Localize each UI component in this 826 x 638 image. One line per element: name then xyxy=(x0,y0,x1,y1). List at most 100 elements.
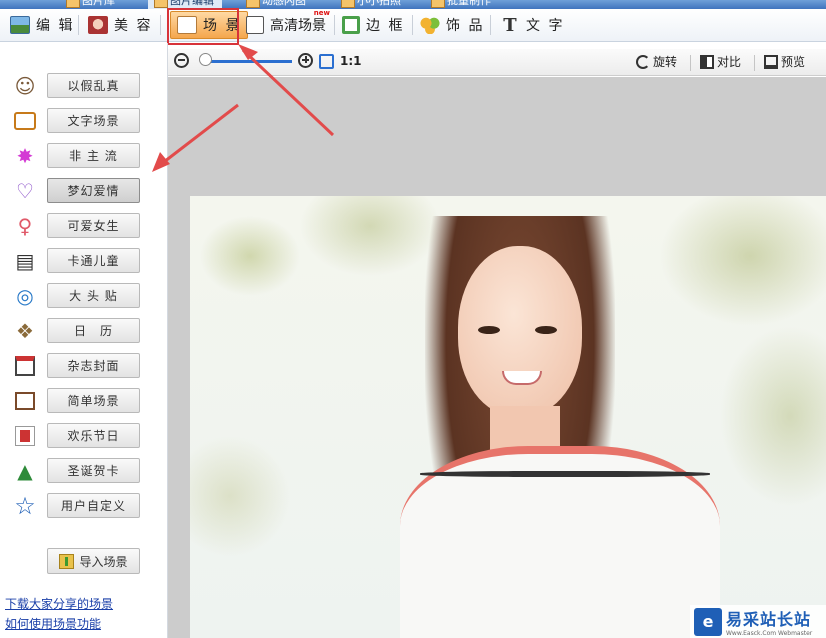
frame-icon xyxy=(342,16,360,34)
category-button[interactable]: 欢乐节日 xyxy=(47,423,140,448)
toolbar-divider xyxy=(334,15,335,35)
watermark-subtitle: Www.Easck.Com Webmaster xyxy=(726,630,813,637)
zoom-slider-thumb[interactable] xyxy=(198,53,212,66)
tool-accessory[interactable]: 饰 品 xyxy=(420,11,484,39)
main-toolbar: 编 辑 美 容 场 景 高清场景 new 边 框 饰 品 T 文 字 xyxy=(0,9,826,42)
tool-accessory-label: 饰 品 xyxy=(446,18,485,34)
category-row: ☺ 以假乱真 xyxy=(0,71,168,101)
spring-icon xyxy=(12,423,38,449)
category-button[interactable]: 用户自定义 xyxy=(47,493,140,518)
tool-beauty-label: 美 容 xyxy=(114,18,153,34)
easel-icon xyxy=(12,388,38,414)
toolbar-divider xyxy=(490,15,491,35)
rotate-icon xyxy=(636,54,650,69)
preview-label: 预览 xyxy=(781,55,806,69)
site-watermark: e 易采站长站 Www.Easck.Com Webmaster xyxy=(690,605,826,638)
female-icon: ♀ xyxy=(17,214,33,238)
toolbar-divider xyxy=(754,55,755,71)
rotate-label: 旋转 xyxy=(653,55,678,69)
category-button[interactable]: 非 主 流 xyxy=(47,143,140,168)
category-row: ♀ 可爱女生 xyxy=(0,211,168,241)
tab-image-library[interactable]: 图片库 xyxy=(60,0,123,9)
category-row: ♡ 梦幻爱情 xyxy=(0,176,168,206)
tab-photo[interactable]: 小小拍照 xyxy=(335,0,409,9)
fit-to-window-icon[interactable] xyxy=(319,54,334,69)
preview-button[interactable]: 预览 xyxy=(764,53,805,70)
text-icon: T xyxy=(503,14,517,36)
category-row: 简单场景 xyxy=(0,386,168,416)
toolbar-divider xyxy=(78,15,79,35)
tab-image-edit[interactable]: 图片编辑 xyxy=(148,0,222,9)
category-button[interactable]: 简单场景 xyxy=(47,388,140,413)
import-scene-label: 导入场景 xyxy=(79,554,128,569)
category-button[interactable]: 大 头 贴 xyxy=(47,283,140,308)
category-row: 文字场景 xyxy=(0,106,168,136)
canvas-toolbar: 1:1 旋转 对比 预览 xyxy=(168,49,826,76)
edited-photo[interactable] xyxy=(190,196,826,638)
category-row: ◎ 大 头 贴 xyxy=(0,281,168,311)
tool-hd-scene[interactable]: 高清场景 new xyxy=(246,9,330,39)
tool-beauty[interactable]: 美 容 xyxy=(88,11,152,39)
book-icon: ▤ xyxy=(15,249,35,273)
toolbar-divider xyxy=(160,15,161,35)
tab-animated[interactable]: 动感闪图 xyxy=(240,0,314,9)
category-row: 欢乐节日 xyxy=(0,421,168,451)
zoom-slider-track[interactable] xyxy=(200,60,292,63)
zoom-out-icon[interactable] xyxy=(174,53,189,68)
category-button[interactable]: 以假乱真 xyxy=(47,73,140,98)
tool-text[interactable]: T 文 字 xyxy=(500,11,564,39)
tool-scene-label: 场 景 xyxy=(203,18,242,34)
compare-icon xyxy=(700,54,714,69)
compare-button[interactable]: 对比 xyxy=(700,53,741,70)
star-icon: ☆ xyxy=(14,492,36,520)
scene-icon xyxy=(177,16,197,34)
hd-scene-icon xyxy=(246,16,264,34)
category-row: ❖ 日 历 xyxy=(0,316,168,346)
scene-category-panel: ☺ 以假乱真 文字场景 ✸ 非 主 流 ♡ 梦幻爱情 ♀ 可爱女生 ▤ 卡通儿童… xyxy=(0,43,168,638)
tool-edit-label: 编 辑 xyxy=(36,18,75,34)
category-button[interactable]: 可爱女生 xyxy=(47,213,140,238)
category-button[interactable]: 日 历 xyxy=(47,318,140,343)
tool-frame[interactable]: 边 框 xyxy=(342,11,404,39)
mask-icon: ☺ xyxy=(14,74,36,98)
avatar-icon: ◎ xyxy=(16,284,34,308)
tool-frame-label: 边 框 xyxy=(366,18,405,34)
import-icon xyxy=(59,553,75,569)
download-shared-scenes-link[interactable]: 下载大家分享的场景 xyxy=(5,595,113,612)
watermark-logo-icon: e xyxy=(694,607,722,636)
watermark-title: 易采站长站 xyxy=(726,610,812,629)
calendar-dog-icon: ❖ xyxy=(16,319,34,343)
tool-scene[interactable]: 场 景 xyxy=(170,11,249,39)
toolbar-divider xyxy=(412,15,413,35)
category-button[interactable]: 杂志封面 xyxy=(47,353,140,378)
category-button[interactable]: 文字场景 xyxy=(47,108,140,133)
tool-hd-scene-label: 高清场景 xyxy=(270,18,326,34)
compare-label: 对比 xyxy=(717,55,742,69)
calendar-18-icon xyxy=(12,353,38,379)
accessory-icon xyxy=(420,16,440,34)
text-scene-icon xyxy=(12,108,38,134)
tool-text-label: 文 字 xyxy=(526,18,565,34)
tool-edit[interactable]: 编 辑 xyxy=(10,11,74,39)
actual-size-button[interactable]: 1:1 xyxy=(340,54,362,68)
category-row: 杂志封面 xyxy=(0,351,168,381)
category-button[interactable]: 卡通儿童 xyxy=(47,248,140,273)
new-badge: new xyxy=(313,9,330,17)
preview-icon xyxy=(764,54,778,69)
category-button-selected[interactable]: 梦幻爱情 xyxy=(47,178,140,203)
landscape-icon xyxy=(10,16,30,34)
face-icon xyxy=(88,16,108,34)
category-row: ✸ 非 主 流 xyxy=(0,141,168,171)
category-row: ▤ 卡通儿童 xyxy=(0,246,168,276)
rotate-button[interactable]: 旋转 xyxy=(636,53,677,70)
zoom-in-icon[interactable] xyxy=(298,53,313,68)
category-row: ☆ 用户自定义 xyxy=(0,491,168,521)
scene-help-link[interactable]: 如何使用场景功能 xyxy=(5,615,101,632)
toolbar-divider xyxy=(690,55,691,71)
sparkle-icon: ✸ xyxy=(16,144,34,168)
top-tab-strip: 图片库 图片编辑 动感闪图 小小拍照 批量制作 xyxy=(0,0,826,9)
category-button[interactable]: 圣诞贺卡 xyxy=(47,458,140,483)
tree-icon: ▲ xyxy=(17,459,33,483)
import-scene-button[interactable]: 导入场景 xyxy=(47,548,140,574)
tab-batch[interactable]: 批量制作 xyxy=(425,0,499,9)
